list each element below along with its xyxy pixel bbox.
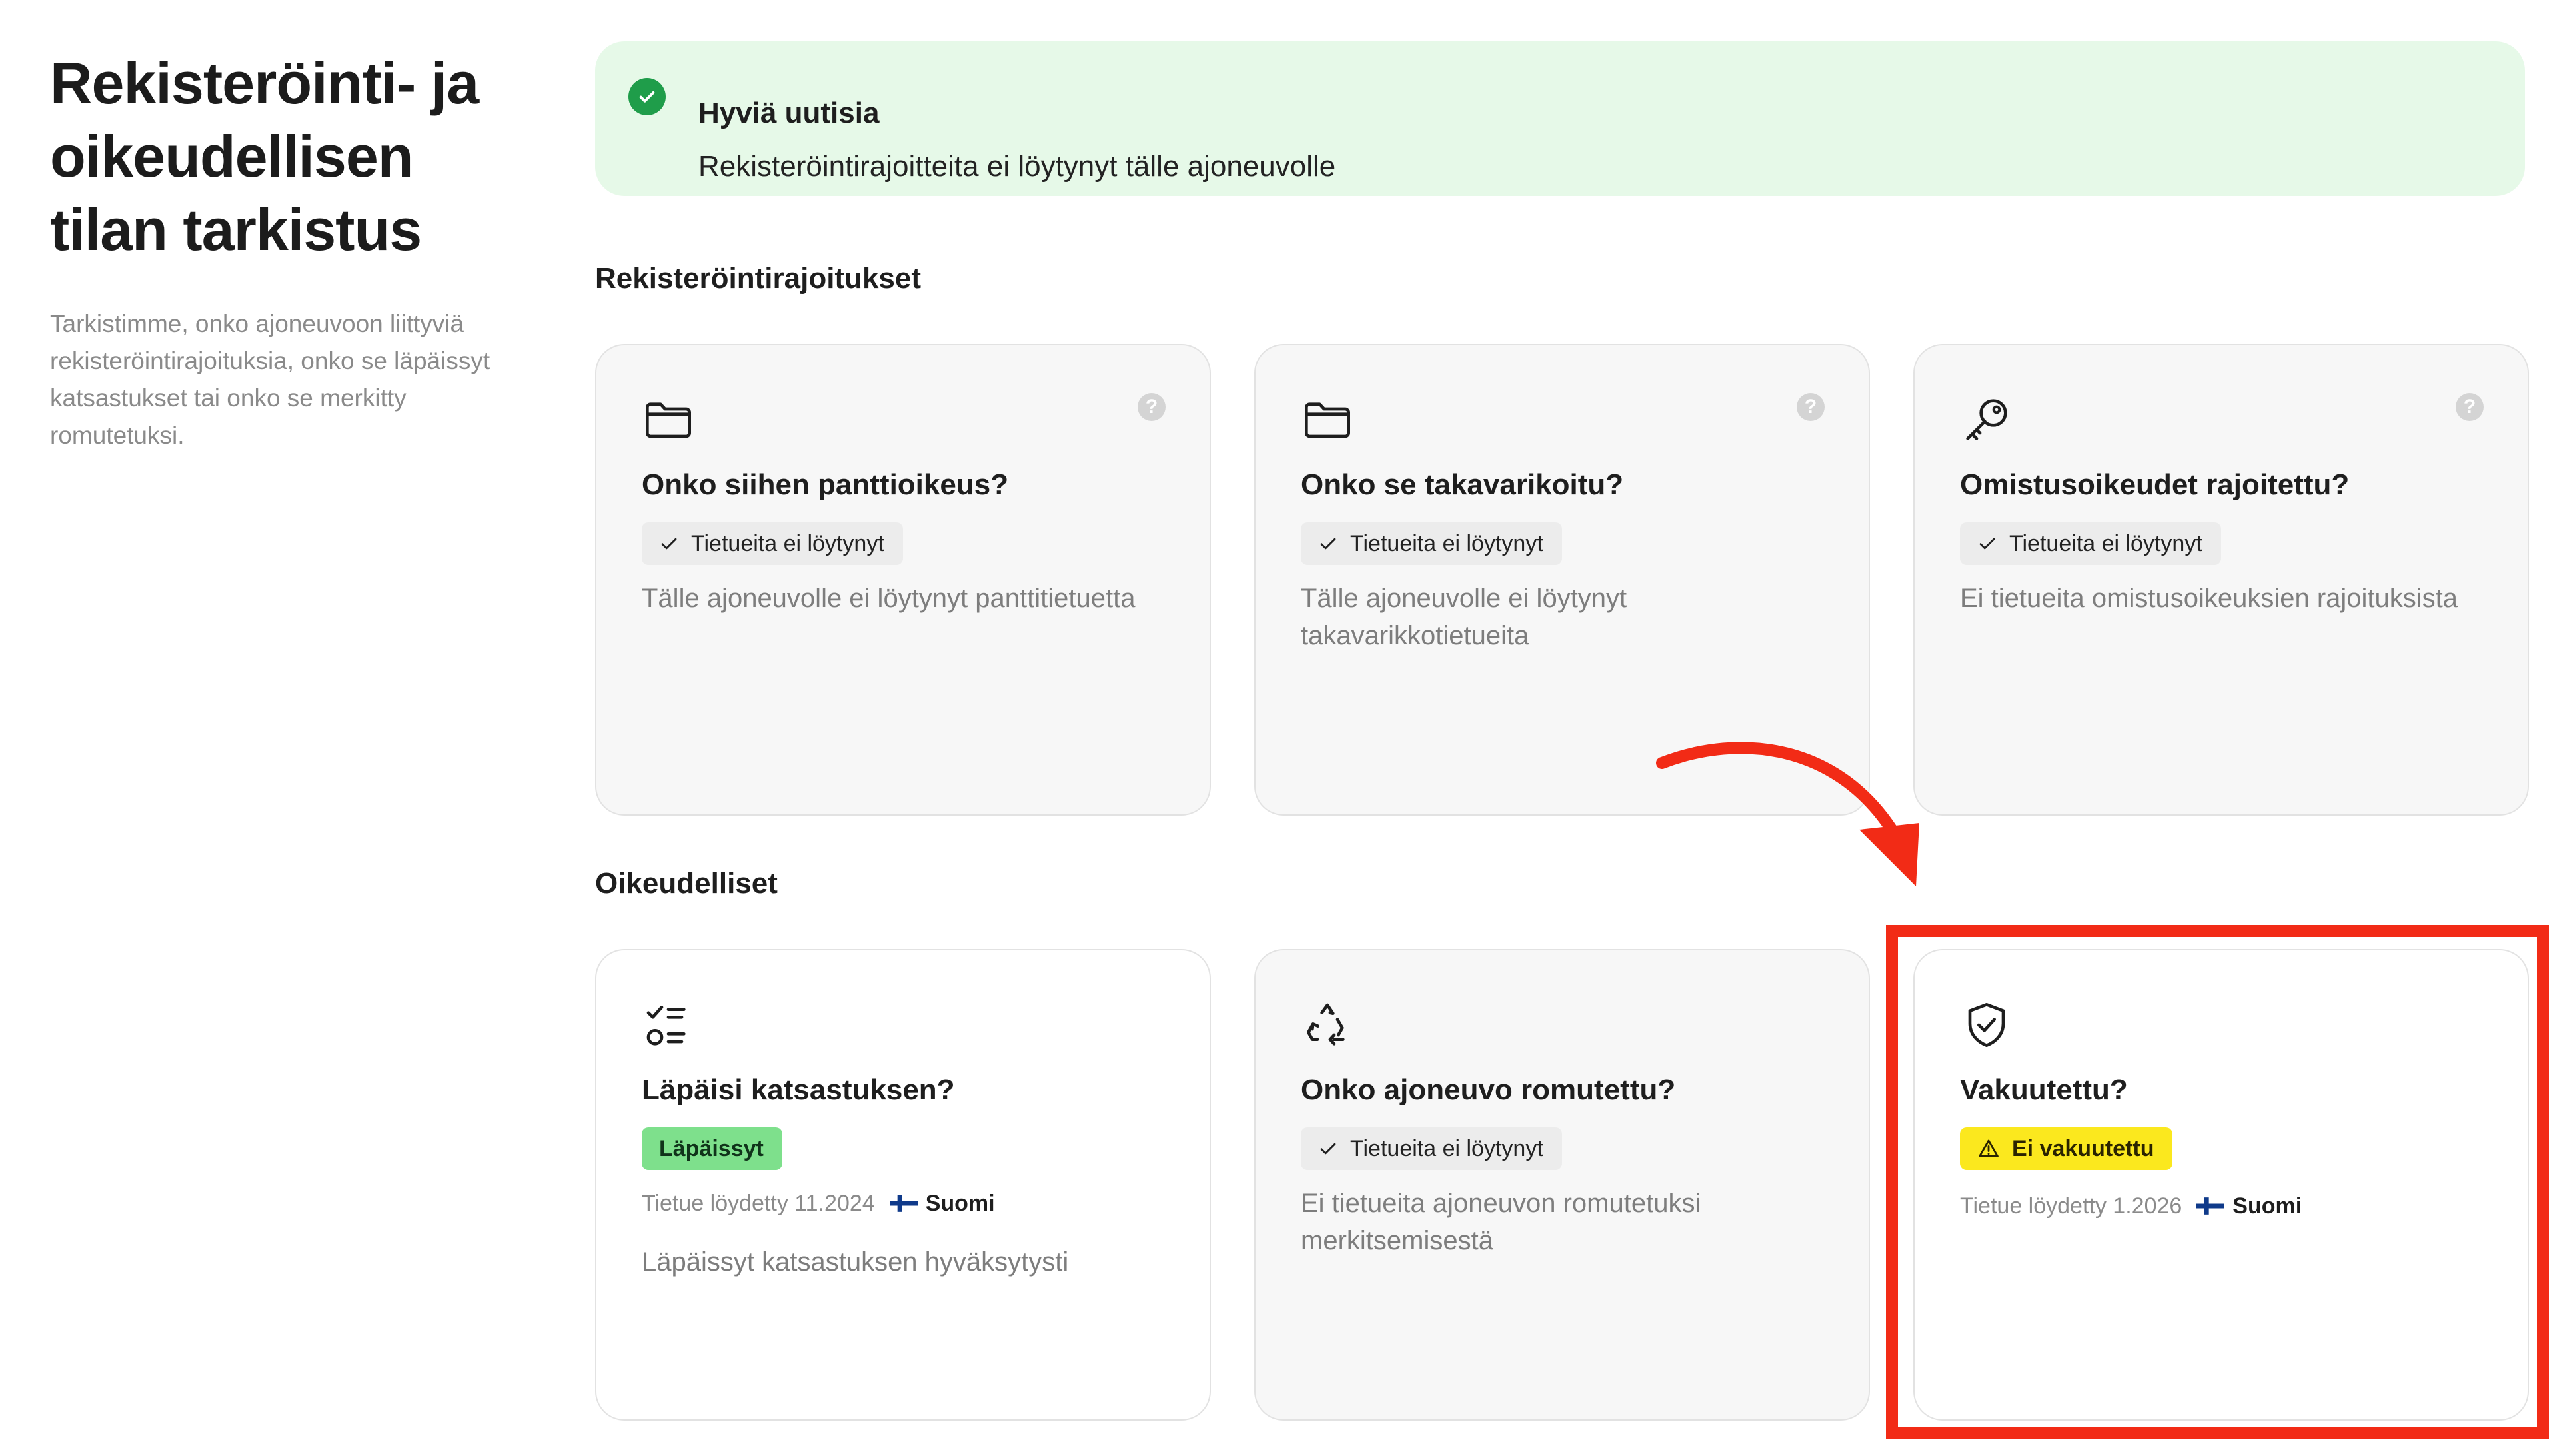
- key-icon: [1966, 399, 2007, 440]
- card-title: Onko ajoneuvo romutettu?: [1301, 1074, 1676, 1106]
- card-description: Ei tietueita omistusoikeuksien rajoituks…: [1960, 584, 2458, 613]
- record-found: Tietue löydetty 11.2024 Suomi: [642, 1185, 995, 1222]
- status-badge: Tietueita ei löytynyt: [642, 522, 903, 565]
- country: Suomi: [889, 1185, 995, 1222]
- card-lien[interactable]: ? Onko siihen panttioikeus? Tietueita ei…: [595, 344, 1211, 816]
- help-icon[interactable]: ?: [2456, 393, 2484, 421]
- recycle-icon: [1307, 1003, 1345, 1046]
- annotation-highlight-box: [1886, 925, 2549, 1439]
- country-label: Suomi: [925, 1191, 995, 1216]
- card-title: Onko se takavarikoitu?: [1301, 468, 1624, 501]
- checkmark-icon: [1979, 538, 1995, 550]
- card-ownership[interactable]: ? Omistusoikeudet rajoitettu? Tietueita …: [1913, 344, 2529, 816]
- checklist-icon: [646, 1006, 686, 1046]
- card-description: Tälle ajoneuvolle ei löytynyt panttitiet…: [642, 584, 1136, 613]
- record-found-date: Tietue löydetty 11.2024: [642, 1191, 875, 1216]
- banner-title: Hyviä uutisia: [698, 97, 880, 129]
- help-icon[interactable]: ?: [1797, 393, 1825, 421]
- card-scrapped[interactable]: Onko ajoneuvo romutettu? Tietueita ei lö…: [1254, 949, 1870, 1421]
- card-description: Tälle ajoneuvolle ei löytynyt takavarikk…: [1301, 584, 1627, 650]
- status-badge-label: Tietueita ei löytynyt: [1350, 1135, 1543, 1161]
- card-description: Läpäissyt katsastuksen hyväksytysti: [642, 1247, 1069, 1277]
- finland-flag-icon: [889, 1195, 918, 1212]
- page-title: Rekisteröinti- ja oikeudellisen tilan ta…: [50, 50, 479, 263]
- good-news-banner: Hyviä uutisia Rekisteröintirajoitteita e…: [595, 41, 2525, 196]
- help-icon[interactable]: ?: [1138, 393, 1166, 421]
- check-circle-icon: [628, 78, 666, 115]
- status-badge-label: Tietueita ei löytynyt: [2009, 530, 2202, 556]
- status-badge: Tietueita ei löytynyt: [1301, 1127, 1562, 1170]
- folder-icon: [1305, 402, 1350, 438]
- card-title: Läpäisi katsastuksen?: [642, 1074, 955, 1106]
- status-badge-label: Läpäissyt: [659, 1135, 764, 1161]
- intro-section: Rekisteröinti- ja oikeudellisen tilan ta…: [50, 47, 530, 454]
- status-badge-label: Tietueita ei löytynyt: [1350, 530, 1543, 556]
- legal-section-title: Oikeudelliset: [595, 867, 778, 900]
- status-badge: Tietueita ei löytynyt: [1960, 522, 2221, 565]
- card-title: Onko siihen panttioikeus?: [642, 468, 1009, 501]
- checkmark-icon: [1320, 1143, 1336, 1155]
- card-description: Ei tietueita ajoneuvon romutetuksi merki…: [1301, 1189, 1701, 1255]
- annotation-arrow-icon: [1656, 742, 1919, 886]
- status-badge-label: Tietueita ei löytynyt: [691, 530, 884, 556]
- checkmark-icon: [661, 538, 677, 550]
- card-inspection[interactable]: Läpäisi katsastuksen? Läpäissyt Tietue l…: [595, 949, 1211, 1421]
- status-badge: Läpäissyt: [642, 1127, 782, 1170]
- page: Rekisteröinti- ja oikeudellisen tilan ta…: [0, 0, 2559, 1456]
- banner-text: Rekisteröintirajoitteita ei löytynyt täl…: [698, 150, 1336, 183]
- folder-icon: [646, 402, 691, 438]
- checkmark-icon: [1320, 538, 1336, 550]
- card-title: Omistusoikeudet rajoitettu?: [1960, 468, 2350, 501]
- page-description: Tarkistimme, onko ajoneuvoon liittyviä r…: [50, 310, 490, 449]
- status-badge: Tietueita ei löytynyt: [1301, 522, 1562, 565]
- registration-section-title: Rekisteröintirajoitukset: [595, 262, 922, 295]
